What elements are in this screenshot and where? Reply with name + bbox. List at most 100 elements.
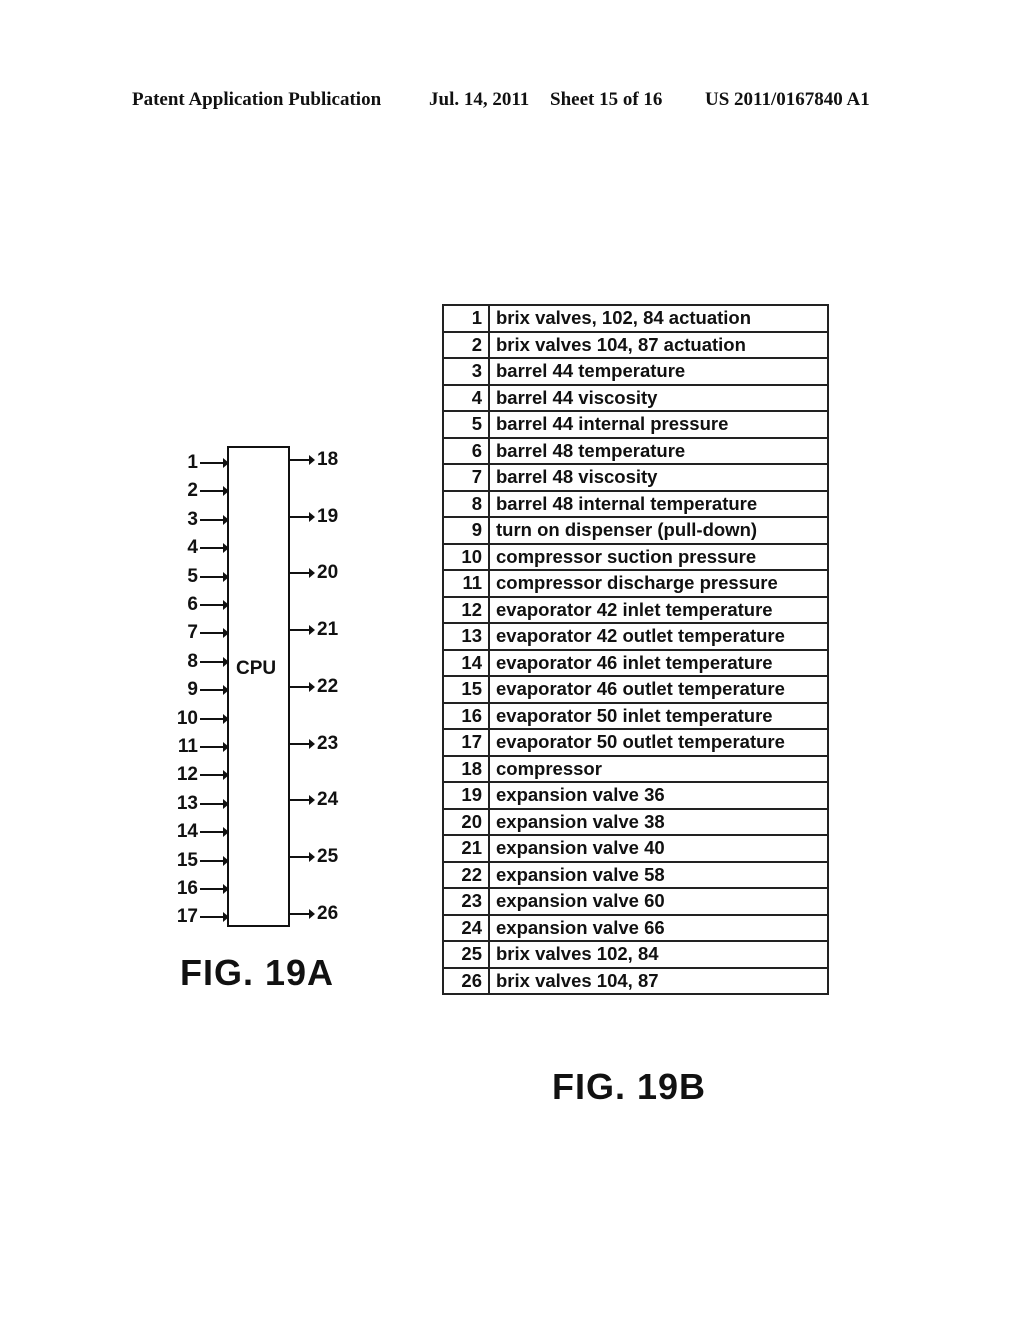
signal-number: 5 bbox=[442, 410, 490, 439]
input-number: 9 bbox=[187, 679, 198, 701]
figure-19a-cpu-diagram: CPU 1 2 3 4 5 6 7 8 9 10 11 12 13 14 15 16 17 18 19 20 21 22 2… bbox=[160, 440, 380, 1000]
arrow-right-icon bbox=[200, 855, 229, 866]
signal-number: 13 bbox=[442, 622, 490, 651]
signal-number: 21 bbox=[442, 834, 490, 863]
signal-table: 1 brix valves, 102, 84 actuation 2 brix val… bbox=[442, 304, 829, 995]
signal-description: brix valves, 102, 84 actuation bbox=[488, 304, 829, 333]
signal-description: brix valves 104, 87 bbox=[488, 966, 829, 995]
signal-description: compressor bbox=[488, 754, 829, 783]
output-signal: 24 bbox=[290, 790, 380, 810]
signal-description: evaporator 46 inlet temperature bbox=[488, 648, 829, 677]
signal-description: evaporator 46 outlet temperature bbox=[488, 675, 829, 704]
arrow-right-icon bbox=[200, 884, 229, 894]
input-number: 17 bbox=[176, 906, 198, 928]
input-signal: 9 bbox=[160, 679, 229, 701]
output-number: 18 bbox=[317, 449, 339, 470]
arrow-right-icon bbox=[200, 742, 229, 752]
sheet-number: Sheet 15 of 16 bbox=[550, 89, 663, 110]
signal-number: 20 bbox=[442, 807, 490, 836]
signal-number: 8 bbox=[442, 489, 490, 518]
signal-description: barrel 44 temperature bbox=[488, 357, 829, 386]
signal-number: 3 bbox=[442, 357, 490, 386]
arrow-right-icon bbox=[200, 912, 229, 923]
signal-description: expansion valve 66 bbox=[488, 913, 829, 942]
table-row: 6 barrel 48 temperature bbox=[442, 436, 829, 465]
figure-19b-caption: FIG. 19B bbox=[552, 1066, 707, 1107]
output-signal: 20 bbox=[290, 563, 380, 583]
patent-number: US 2011/0167840 A1 bbox=[705, 89, 870, 110]
output-number: 19 bbox=[317, 505, 339, 527]
signal-number: 15 bbox=[442, 675, 490, 704]
table-row: 12 evaporator 42 inlet temperature bbox=[442, 595, 829, 624]
input-signal: 1 bbox=[160, 452, 229, 473]
arrow-right-icon bbox=[290, 851, 315, 862]
output-number: 26 bbox=[317, 902, 339, 924]
input-signal: 10 bbox=[160, 708, 229, 729]
signal-number: 14 bbox=[442, 648, 490, 677]
input-signal: 13 bbox=[160, 793, 229, 814]
signal-description: barrel 48 temperature bbox=[488, 436, 829, 465]
arrow-right-icon bbox=[200, 628, 229, 639]
input-number: 3 bbox=[187, 508, 198, 530]
signal-number: 12 bbox=[442, 595, 490, 624]
signal-description: evaporator 42 outlet temperature bbox=[488, 622, 829, 651]
cpu-block bbox=[227, 446, 290, 927]
signal-number: 11 bbox=[442, 569, 490, 598]
table-row: 10 compressor suction pressure bbox=[442, 542, 829, 571]
arrow-right-icon bbox=[200, 571, 229, 582]
signal-number: 16 bbox=[442, 701, 490, 730]
input-signal: 15 bbox=[160, 849, 229, 871]
table-row: 5 barrel 44 internal pressure bbox=[442, 410, 829, 439]
table-row: 1 brix valves, 102, 84 actuation bbox=[442, 304, 829, 333]
arrow-right-icon bbox=[290, 738, 315, 749]
output-signal: 23 bbox=[290, 733, 380, 754]
page-header: Patent Application Publication Jul. 14, … bbox=[0, 89, 1024, 113]
signal-number: 7 bbox=[442, 463, 490, 492]
input-signal: 8 bbox=[160, 651, 229, 672]
input-number: 16 bbox=[176, 878, 198, 899]
input-signal: 7 bbox=[160, 623, 229, 643]
arrow-right-icon bbox=[200, 798, 229, 809]
arrow-right-icon bbox=[200, 543, 229, 554]
signal-number: 10 bbox=[442, 542, 490, 571]
input-number: 15 bbox=[176, 849, 198, 871]
signal-description: evaporator 50 inlet temperature bbox=[488, 701, 829, 730]
signal-description: barrel 44 viscosity bbox=[488, 383, 829, 412]
signal-description: barrel 48 internal temperature bbox=[488, 489, 829, 518]
signal-description: barrel 48 viscosity bbox=[488, 463, 829, 492]
arrow-right-icon bbox=[290, 625, 315, 636]
table-row: 26 brix valves 104, 87 bbox=[442, 966, 829, 995]
input-number: 1 bbox=[187, 452, 198, 473]
signal-description: evaporator 42 inlet temperature bbox=[488, 595, 829, 624]
arrow-right-icon bbox=[200, 770, 229, 781]
input-signal: 17 bbox=[160, 906, 229, 928]
input-signal: 2 bbox=[160, 481, 229, 501]
arrow-right-icon bbox=[200, 458, 229, 468]
table-row: 19 expansion valve 36 bbox=[442, 781, 829, 810]
output-signal: 25 bbox=[290, 845, 380, 867]
signal-number: 9 bbox=[442, 516, 490, 545]
table-row: 23 expansion valve 60 bbox=[442, 887, 829, 916]
signal-number: 19 bbox=[442, 781, 490, 810]
table-row: 9 turn on dispenser (pull-down) bbox=[442, 516, 829, 545]
input-signal: 11 bbox=[160, 737, 229, 757]
output-number: 25 bbox=[317, 845, 339, 867]
signal-number: 25 bbox=[442, 940, 490, 969]
signal-number: 4 bbox=[442, 383, 490, 412]
table-row: 8 barrel 48 internal temperature bbox=[442, 489, 829, 518]
signal-number: 23 bbox=[442, 887, 490, 916]
input-signal: 3 bbox=[160, 508, 229, 530]
arrow-right-icon bbox=[290, 511, 315, 522]
arrow-right-icon bbox=[200, 685, 229, 696]
input-signal: 14 bbox=[160, 822, 229, 842]
input-number: 5 bbox=[187, 565, 198, 587]
output-signal: 21 bbox=[290, 620, 380, 640]
table-row: 24 expansion valve 66 bbox=[442, 913, 829, 942]
signal-description: expansion valve 38 bbox=[488, 807, 829, 836]
output-signal: 18 bbox=[290, 450, 380, 470]
signal-number: 22 bbox=[442, 860, 490, 889]
arrow-right-icon bbox=[200, 486, 229, 497]
table-row: 21 expansion valve 40 bbox=[442, 834, 829, 863]
signal-number: 26 bbox=[442, 966, 490, 995]
signal-number: 17 bbox=[442, 728, 490, 757]
